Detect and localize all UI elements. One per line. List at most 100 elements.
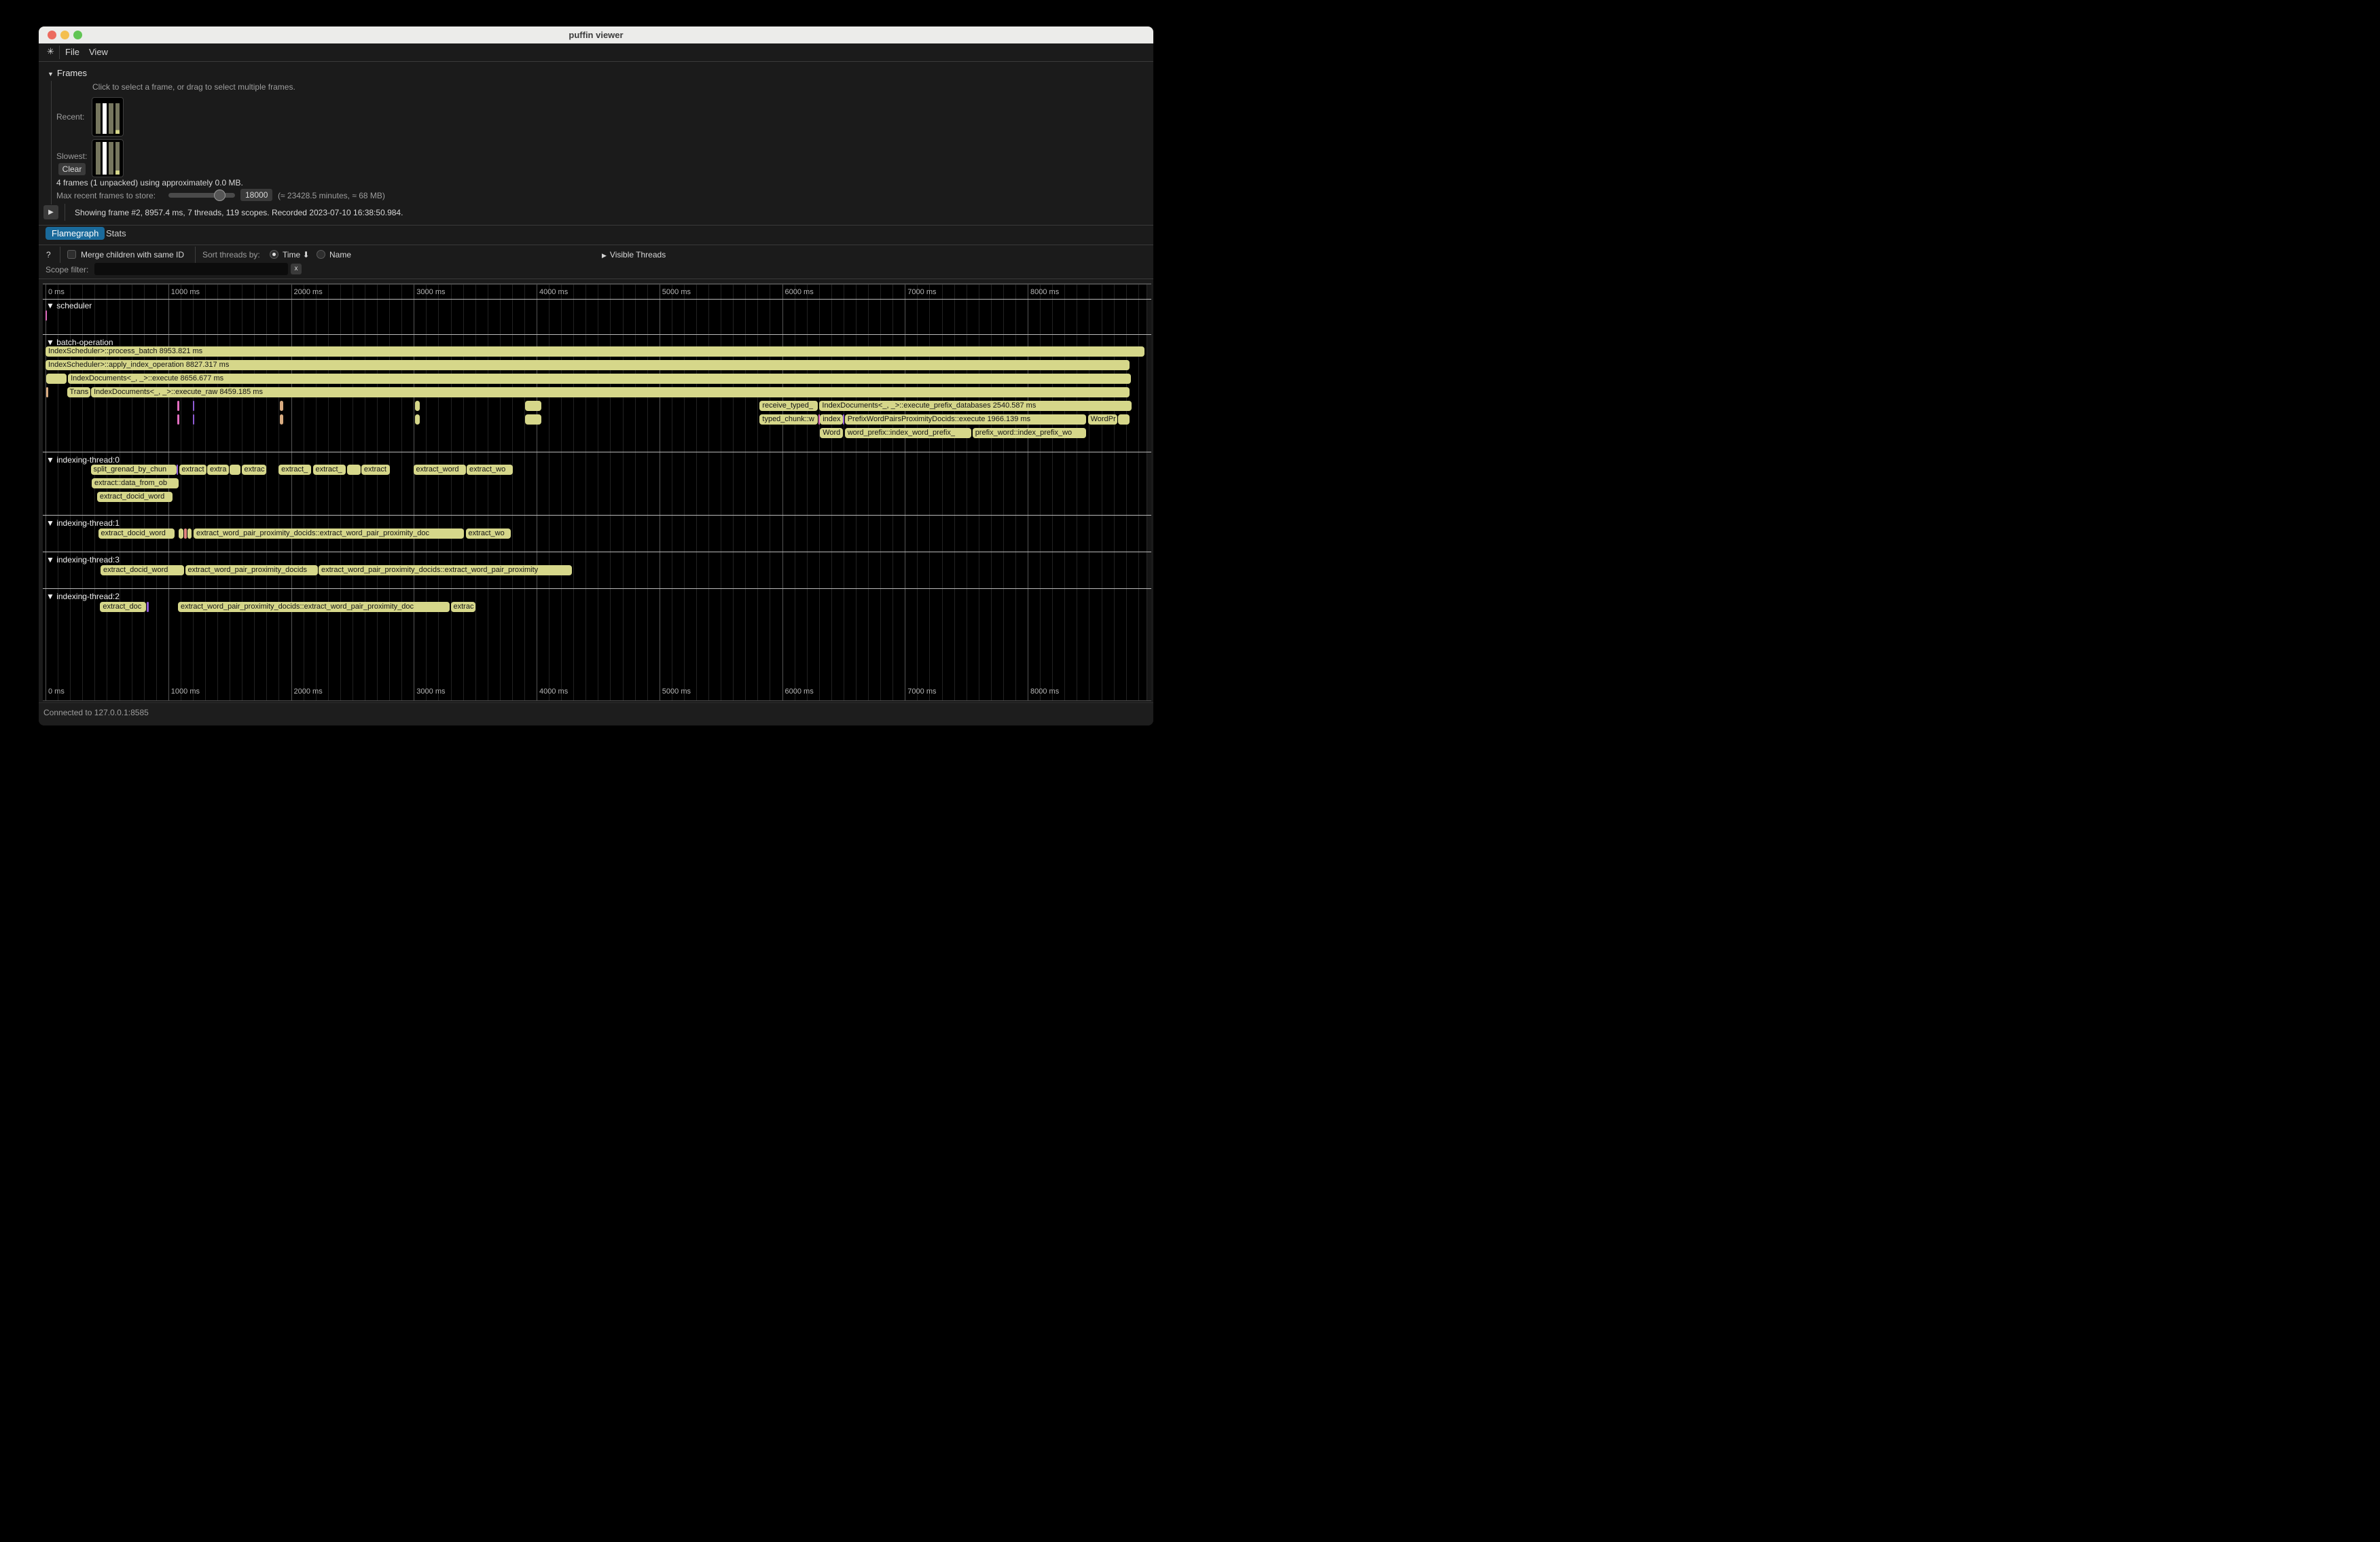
- frame-bar-selected: [103, 142, 107, 175]
- scope-bar[interactable]: index: [820, 414, 843, 425]
- scope-bar[interactable]: IndexScheduler>::apply_index_operation 8…: [46, 360, 1130, 370]
- scope-bar[interactable]: extract_word_pair_proximity_docids: [185, 565, 318, 575]
- scope-bar[interactable]: extract: [361, 465, 391, 475]
- clear-frames-button[interactable]: Clear: [58, 163, 86, 175]
- tab-flamegraph[interactable]: Flamegraph: [46, 227, 105, 240]
- thread-header-indexing-thread:2[interactable]: ▼ indexing-thread:2: [46, 592, 120, 601]
- help-button[interactable]: ?: [46, 250, 51, 259]
- scope-bar[interactable]: IndexDocuments<_, _>::execute_raw 8459.1…: [91, 387, 1130, 397]
- scope-bar[interactable]: [415, 401, 420, 411]
- time-axis-label: 8000 ms: [1030, 687, 1059, 696]
- time-axis-label: 2000 ms: [294, 288, 323, 296]
- sort-threads-label: Sort threads by:: [202, 250, 260, 259]
- menu-divider: [59, 46, 60, 59]
- scope-bar[interactable]: IndexDocuments<_, _>::execute_prefix_dat…: [819, 401, 1131, 411]
- divider: [195, 247, 196, 263]
- scope-bar[interactable]: extract_word_pair_proximity_docids::extr…: [194, 528, 464, 539]
- scrollbar-gutter[interactable]: [1147, 285, 1151, 700]
- frame-bar: [109, 142, 113, 175]
- scope-bar[interactable]: [177, 465, 179, 475]
- scope-bar[interactable]: extract_word_pair_proximity_docids::extr…: [178, 602, 450, 612]
- max-frames-value[interactable]: 18000: [240, 189, 272, 201]
- scope-bar[interactable]: [415, 414, 420, 425]
- scope-bar[interactable]: [179, 528, 183, 539]
- scope-bar[interactable]: [193, 401, 194, 411]
- scope-bar[interactable]: [187, 528, 192, 539]
- flamegraph-canvas[interactable]: 0 ms0 ms1000 ms1000 ms2000 ms2000 ms3000…: [43, 283, 1151, 701]
- app-theme-icon[interactable]: ✳: [47, 46, 54, 57]
- sort-by-time-label: Time ⬇: [283, 250, 310, 259]
- scope-bar[interactable]: WordPr: [1088, 414, 1117, 425]
- thread-header-scheduler[interactable]: ▼ scheduler: [46, 301, 92, 310]
- scope-bar[interactable]: [46, 310, 47, 321]
- scope-bar[interactable]: [843, 414, 844, 425]
- scope-bar[interactable]: IndexScheduler>::process_batch 8953.821 …: [46, 346, 1144, 357]
- scope-bar[interactable]: extract_word_pair_proximity_docids::extr…: [319, 565, 572, 575]
- time-axis-label: 4000 ms: [539, 288, 568, 296]
- scope-bar[interactable]: extract::data_from_ob: [92, 478, 179, 488]
- title-bar: puffin viewer: [39, 26, 1153, 43]
- scope-bar[interactable]: [193, 414, 194, 425]
- visible-threads-label: Visible Threads: [610, 250, 666, 259]
- scope-bar[interactable]: Word: [820, 428, 843, 438]
- scope-bar[interactable]: extract_docid_word: [101, 565, 184, 575]
- merge-children-checkbox[interactable]: [67, 250, 76, 259]
- scope-bar[interactable]: extract_docid_word: [97, 492, 173, 502]
- scope-bar[interactable]: [46, 387, 48, 397]
- scope-bar[interactable]: [525, 401, 541, 411]
- scope-bar[interactable]: word_prefix::index_word_prefix_: [845, 428, 971, 438]
- scope-bar[interactable]: extract_: [313, 465, 346, 475]
- max-frames-slider-knob[interactable]: [214, 190, 226, 201]
- thread-header-indexing-thread:1[interactable]: ▼ indexing-thread:1: [46, 518, 120, 528]
- scope-bar[interactable]: PrefixWordPairsProximityDocids::execute …: [845, 414, 1086, 425]
- scope-bar[interactable]: split_grenad_by_chun: [91, 465, 177, 475]
- scope-bar[interactable]: Trans: [67, 387, 90, 397]
- scope-bar[interactable]: extract_wo: [466, 528, 511, 539]
- scope-bar[interactable]: [230, 465, 240, 475]
- play-button[interactable]: ▶: [43, 205, 58, 219]
- scope-bar[interactable]: extract_docid_word: [98, 528, 175, 539]
- scope-bar[interactable]: [46, 374, 67, 384]
- scope-bar[interactable]: receive_typed_: [759, 401, 818, 411]
- scope-bar[interactable]: typed_chunk::w: [759, 414, 818, 425]
- scope-bar[interactable]: [184, 528, 187, 539]
- scope-bar[interactable]: extract: [179, 465, 207, 475]
- scope-bar[interactable]: [347, 465, 361, 475]
- sort-by-time-radio[interactable]: [270, 250, 278, 259]
- scope-bar[interactable]: [177, 414, 179, 425]
- recent-label: Recent:: [56, 112, 84, 122]
- frames-section-header[interactable]: ▼Frames: [48, 68, 87, 78]
- menu-view[interactable]: View: [89, 47, 108, 57]
- scope-bar[interactable]: [525, 414, 541, 425]
- scope-bar[interactable]: extract_wo: [467, 465, 513, 475]
- scope-bar[interactable]: prefix_word::index_prefix_wo: [973, 428, 1086, 438]
- scope-bar[interactable]: [177, 401, 179, 411]
- tab-stats[interactable]: Stats: [100, 227, 132, 240]
- scope-bar[interactable]: extrac: [451, 602, 476, 612]
- time-axis-label: 2000 ms: [294, 687, 323, 696]
- thread-header-batch-operation[interactable]: ▼ batch-operation: [46, 338, 113, 347]
- visible-threads-header[interactable]: ▶Visible Threads: [602, 250, 666, 259]
- slowest-label: Slowest:: [56, 151, 87, 161]
- scope-bar[interactable]: [1118, 414, 1130, 425]
- scope-bar[interactable]: [280, 401, 283, 411]
- window-title: puffin viewer: [39, 26, 1153, 43]
- sort-by-name-radio[interactable]: [317, 250, 325, 259]
- scope-filter-input[interactable]: [94, 263, 288, 275]
- recent-frames-thumbnail[interactable]: [92, 97, 124, 137]
- menu-file[interactable]: File: [65, 47, 79, 57]
- thread-separator: [43, 334, 1151, 335]
- thread-header-indexing-thread:3[interactable]: ▼ indexing-thread:3: [46, 555, 120, 564]
- slowest-frames-thumbnail[interactable]: [92, 139, 124, 177]
- scope-bar[interactable]: extract_: [278, 465, 311, 475]
- scope-bar[interactable]: [280, 414, 283, 425]
- scope-bar[interactable]: extract_word: [414, 465, 466, 475]
- scope-bar[interactable]: extract_doc: [100, 602, 145, 612]
- thread-header-indexing-thread:0[interactable]: ▼ indexing-thread:0: [46, 455, 120, 465]
- scope-bar[interactable]: extra: [207, 465, 229, 475]
- frame-bar: [96, 142, 101, 175]
- scope-bar[interactable]: extrac: [242, 465, 266, 475]
- clear-filter-button[interactable]: x: [291, 264, 302, 274]
- scope-bar[interactable]: IndexDocuments<_, _>::execute 8656.677 m…: [68, 374, 1131, 384]
- scope-bar[interactable]: [147, 602, 149, 612]
